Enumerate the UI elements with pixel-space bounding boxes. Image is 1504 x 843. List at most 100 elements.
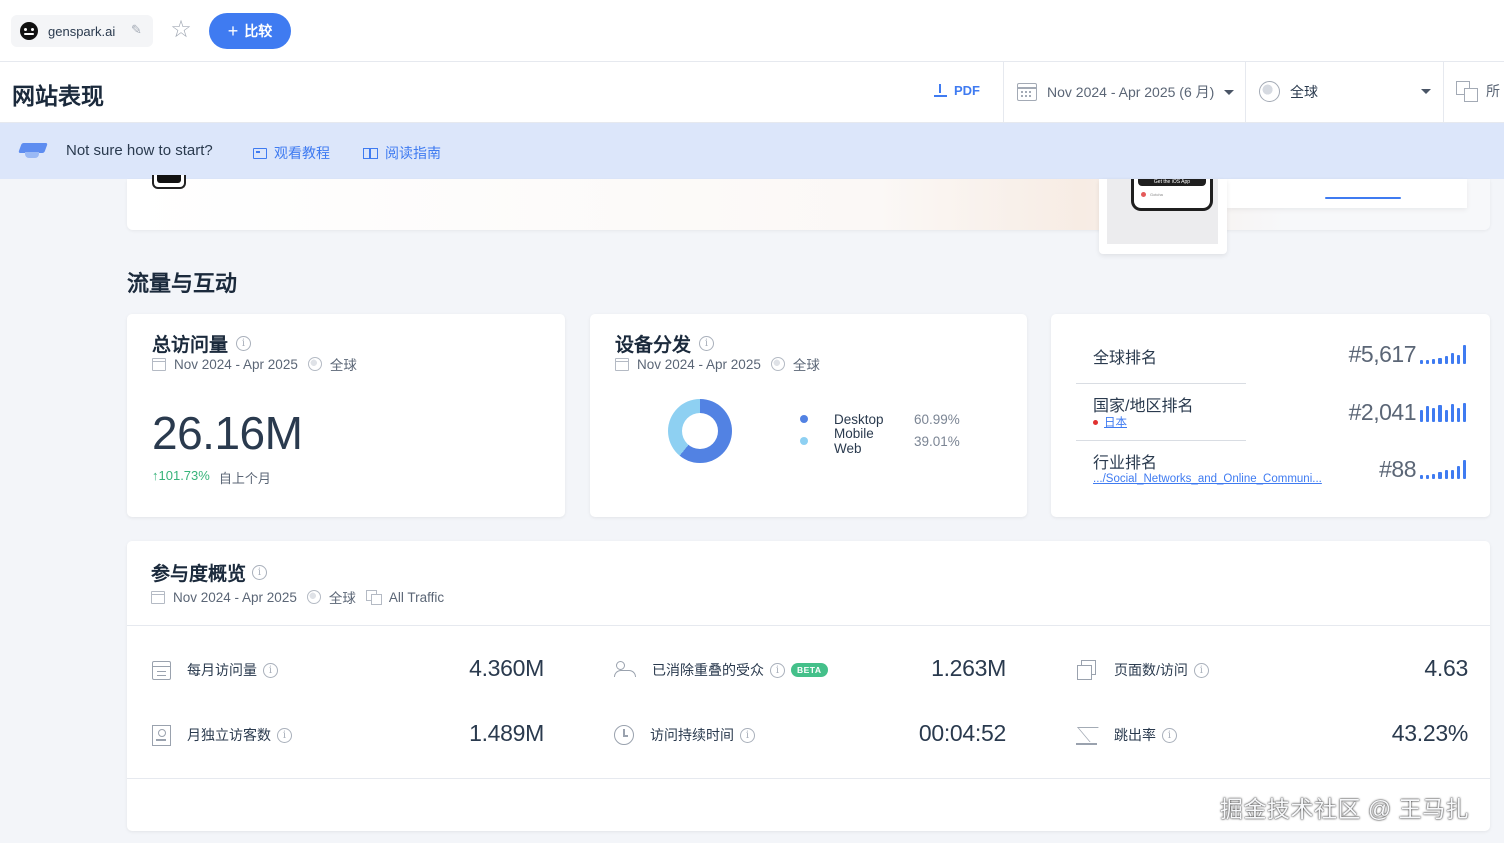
growth-value: ↑101.73% bbox=[152, 468, 210, 483]
metric-monthly-visits: 每月访问量 i bbox=[152, 655, 278, 685]
rankings-card: 全球排名 #5,617 国家/地区排名 日本 #2,041 行业排名 .../S… bbox=[1051, 314, 1490, 517]
download-icon bbox=[934, 84, 947, 97]
metric-label-wrap: 访问持续时间 i bbox=[650, 725, 755, 745]
metric-label: 跳出率 bbox=[1114, 727, 1156, 743]
calendar-icon bbox=[1017, 83, 1037, 101]
rank-value: #2,041 bbox=[1348, 399, 1417, 425]
trend-bar bbox=[1426, 360, 1430, 364]
divider bbox=[127, 625, 1490, 626]
date-range-selector[interactable]: Nov 2024 - Apr 2025 (6 月) bbox=[1017, 82, 1235, 102]
info-icon[interactable]: i bbox=[699, 336, 715, 351]
metric-value: 4.63 bbox=[1424, 655, 1468, 681]
divider bbox=[1443, 62, 1444, 123]
device-title-text: 设备分发 bbox=[615, 335, 692, 356]
title-bar: 网站表现 PDF Nov 2024 - Apr 2025 (6 月) 全球 所 bbox=[0, 62, 1504, 123]
region-selector[interactable]: 全球 bbox=[1259, 81, 1431, 102]
preview-panel bbox=[1227, 179, 1467, 208]
total-visits-value: 26.16M bbox=[152, 407, 303, 459]
favorite-star-icon[interactable]: ☆ bbox=[168, 17, 194, 43]
device-title: 设备分发 i bbox=[615, 330, 715, 357]
video-icon bbox=[253, 147, 267, 159]
calendar-icon bbox=[151, 590, 165, 604]
graduation-cap-icon bbox=[20, 141, 46, 161]
traffic-type-selector[interactable]: 所 bbox=[1456, 81, 1500, 102]
divider bbox=[127, 778, 1490, 779]
engagement-card: 参与度概览 i Nov 2024 - Apr 2025 全球 All Traff… bbox=[127, 541, 1490, 831]
app-store-icon[interactable] bbox=[152, 175, 186, 189]
date-range-label: Nov 2024 - Apr 2025 (6 月) bbox=[1047, 84, 1215, 100]
japan-flag-icon bbox=[1093, 419, 1098, 425]
country-link[interactable]: 日本 bbox=[1093, 414, 1127, 430]
industry-link[interactable]: .../Social_Networks_and_Online_Communi..… bbox=[1093, 473, 1322, 485]
country-name: 日本 bbox=[1104, 417, 1127, 429]
info-icon[interactable]: i bbox=[740, 727, 755, 743]
trend-bar bbox=[1456, 408, 1460, 422]
chevron-down-icon bbox=[1421, 89, 1431, 94]
legend-item-mobile: Mobile Web 39.01% bbox=[800, 426, 960, 456]
book-icon bbox=[363, 147, 378, 159]
region-label: 全球 bbox=[1290, 83, 1318, 100]
rank-value: #5,617 bbox=[1348, 341, 1417, 367]
metric-label-wrap: 每月访问量 i bbox=[187, 660, 278, 680]
timer-icon bbox=[614, 725, 634, 745]
pages-icon bbox=[1076, 659, 1098, 681]
rank-trend-chart bbox=[1420, 459, 1466, 479]
metric-pages-per-visit: 页面数/访问 i bbox=[1076, 655, 1209, 685]
phone-preview: Get the iOS App Gotcha bbox=[1107, 179, 1218, 244]
site-chip[interactable]: genspark.ai ✎ bbox=[11, 15, 153, 47]
total-visits-title-text: 总访问量 bbox=[152, 335, 229, 356]
info-icon[interactable]: i bbox=[263, 662, 278, 678]
divider bbox=[1245, 62, 1246, 123]
pdf-label: PDF bbox=[954, 83, 980, 98]
section-title: 流量与互动 bbox=[127, 271, 238, 296]
metric-label: 月独立访客数 bbox=[187, 727, 271, 743]
info-icon[interactable]: i bbox=[277, 727, 292, 743]
total-visits-date: Nov 2024 - Apr 2025 bbox=[174, 356, 298, 372]
device-meta: Nov 2024 - Apr 2025 全球 bbox=[615, 354, 820, 374]
info-icon[interactable]: i bbox=[236, 336, 252, 351]
engagement-region: 全球 bbox=[328, 591, 356, 606]
top-bar: genspark.ai ✎ ☆ + 比较 bbox=[0, 0, 1504, 62]
traffic-type-label: 所 bbox=[1486, 83, 1500, 99]
devices-icon bbox=[1456, 81, 1478, 102]
growth-percent: 101.73% bbox=[158, 468, 210, 483]
rank-divider bbox=[1076, 383, 1246, 384]
compare-label: 比较 bbox=[244, 23, 273, 39]
watch-tutorial-link[interactable]: 观看教程 bbox=[253, 143, 330, 163]
compare-button[interactable]: + 比较 bbox=[209, 13, 291, 49]
info-icon[interactable]: i bbox=[252, 565, 268, 580]
app-promo-card[interactable]: Get the iOS App Gotcha bbox=[1099, 179, 1227, 254]
trend-bar bbox=[1420, 360, 1424, 364]
trend-bar bbox=[1426, 475, 1430, 479]
edit-pencil-icon[interactable]: ✎ bbox=[131, 23, 145, 37]
metric-visit-duration: 访问持续时间 i bbox=[614, 720, 755, 750]
bounce-icon bbox=[1076, 724, 1098, 746]
metric-label: 访问持续时间 bbox=[650, 727, 734, 743]
trend-bar bbox=[1450, 404, 1454, 422]
info-icon[interactable]: i bbox=[1162, 727, 1177, 743]
metric-label-wrap: 页面数/访问 i bbox=[1114, 660, 1209, 680]
metric-monthly-unique-visitors: 月独立访客数 i bbox=[152, 720, 292, 750]
trend-bar bbox=[1432, 408, 1436, 422]
device-donut-chart[interactable] bbox=[668, 399, 732, 463]
total-visits-growth: ↑101.73% 自上个月 bbox=[152, 468, 271, 487]
rank-label: 行业排名 bbox=[1093, 455, 1158, 472]
globe-icon bbox=[307, 357, 322, 371]
metric-label-wrap: 已消除重叠的受众 i BETA bbox=[652, 660, 828, 680]
device-date: Nov 2024 - Apr 2025 bbox=[637, 356, 761, 372]
trend-bar bbox=[1432, 359, 1436, 364]
read-guide-link[interactable]: 阅读指南 bbox=[363, 143, 441, 163]
phone-text: Gotcha bbox=[1150, 192, 1163, 197]
trend-bar bbox=[1456, 355, 1460, 364]
help-text: Not sure how to start? bbox=[66, 142, 213, 159]
info-icon[interactable]: i bbox=[770, 662, 785, 678]
info-icon[interactable]: i bbox=[1193, 662, 1209, 678]
metric-value: 00:04:52 bbox=[918, 720, 1006, 746]
metric-label-wrap: 跳出率 i bbox=[1114, 725, 1177, 745]
metric-label: 页面数/访问 bbox=[1114, 662, 1188, 678]
engagement-meta: Nov 2024 - Apr 2025 全球 All Traffic bbox=[151, 587, 444, 607]
site-name: genspark.ai bbox=[48, 23, 116, 39]
total-visits-card: 总访问量 i Nov 2024 - Apr 2025 全球 26.16M ↑10… bbox=[127, 314, 565, 517]
trend-bar bbox=[1444, 410, 1448, 422]
pdf-download-button[interactable]: PDF bbox=[934, 83, 980, 98]
